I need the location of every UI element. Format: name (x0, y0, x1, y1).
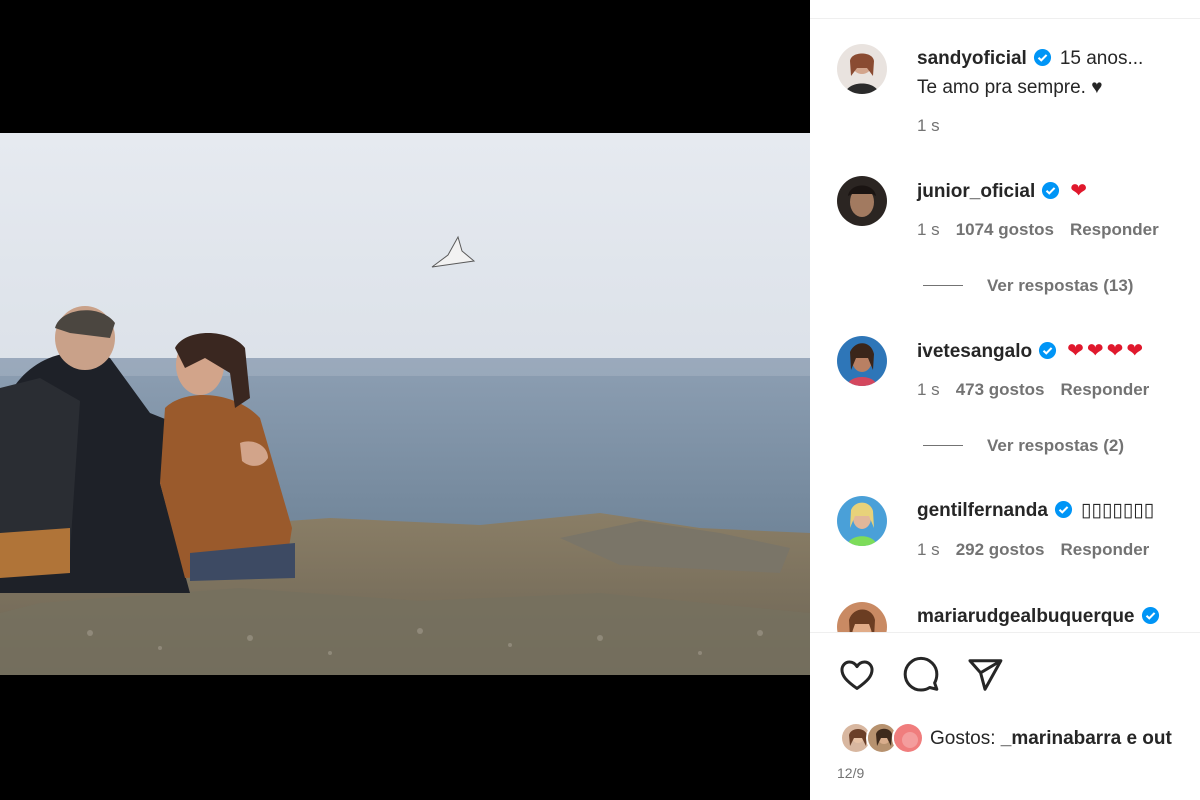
comment-text: ▯▯▯▯▯▯▯ (1080, 500, 1155, 521)
username[interactable]: gentilfernanda (917, 500, 1048, 521)
actions-divider (810, 632, 1200, 633)
avatar[interactable] (837, 336, 887, 386)
liker-avatar (892, 722, 924, 754)
heart-icon[interactable] (838, 656, 876, 694)
timestamp[interactable]: 1 s (917, 220, 940, 239)
post-date[interactable]: 12/9 (837, 765, 864, 781)
avatar[interactable] (837, 44, 887, 94)
verified-badge-icon (1039, 341, 1057, 360)
view-replies-label: Ver respostas (13) (987, 276, 1134, 295)
caption-text-line2: Te amo pra sempre. ♥ (917, 77, 1103, 98)
timestamp[interactable]: 1 s (917, 116, 940, 135)
comments-pane: sandyoficial 15 anos... Te amo pra sempre… (810, 0, 1200, 800)
reply-button[interactable]: Responder (1061, 380, 1150, 399)
view-replies-label: Ver respostas (2) (987, 436, 1125, 455)
comment-text: ❤ (1070, 180, 1091, 202)
replies-dash (923, 285, 963, 286)
header-divider (810, 18, 1200, 19)
avatar[interactable] (837, 602, 887, 632)
post-photo[interactable] (0, 133, 810, 675)
like-count[interactable]: 1074 gostos (956, 220, 1054, 239)
reply-button[interactable]: Responder (1061, 540, 1150, 559)
caption-text: 15 anos... (1059, 48, 1144, 69)
replies-dash (923, 445, 963, 446)
verified-badge-icon (1141, 606, 1159, 625)
likes-label: Gostos: (930, 728, 996, 749)
like-count[interactable]: 473 gostos (956, 380, 1045, 399)
reply-button[interactable]: Responder (1070, 220, 1159, 239)
username[interactable]: sandyoficial (917, 48, 1027, 69)
username[interactable]: mariarudgealbuquerque (917, 606, 1135, 627)
comment-item: mariarudgealbuquerque (810, 600, 1200, 632)
verified-badge-icon (1042, 181, 1060, 200)
avatar[interactable] (837, 176, 887, 226)
verified-badge-icon (1054, 500, 1072, 519)
timestamp[interactable]: 1 s (917, 540, 940, 559)
photo-illustration (0, 133, 810, 675)
verified-badge-icon (1033, 48, 1051, 67)
view-replies-button[interactable]: Ver respostas (2) (923, 436, 1124, 456)
comment-text: ❤❤❤❤ (1067, 340, 1147, 362)
likes-users[interactable]: _marinabarra e out (1001, 728, 1172, 749)
username[interactable]: junior_oficial (917, 181, 1035, 202)
comment-bubble-icon[interactable] (902, 656, 940, 694)
username[interactable]: ivetesangalo (917, 341, 1032, 362)
avatar[interactable] (837, 496, 887, 546)
timestamp[interactable]: 1 s (917, 380, 940, 399)
view-replies-button[interactable]: Ver respostas (13) (923, 276, 1133, 296)
like-count[interactable]: 292 gostos (956, 540, 1045, 559)
media-pane (0, 0, 810, 800)
paper-plane-icon[interactable] (966, 656, 1004, 694)
